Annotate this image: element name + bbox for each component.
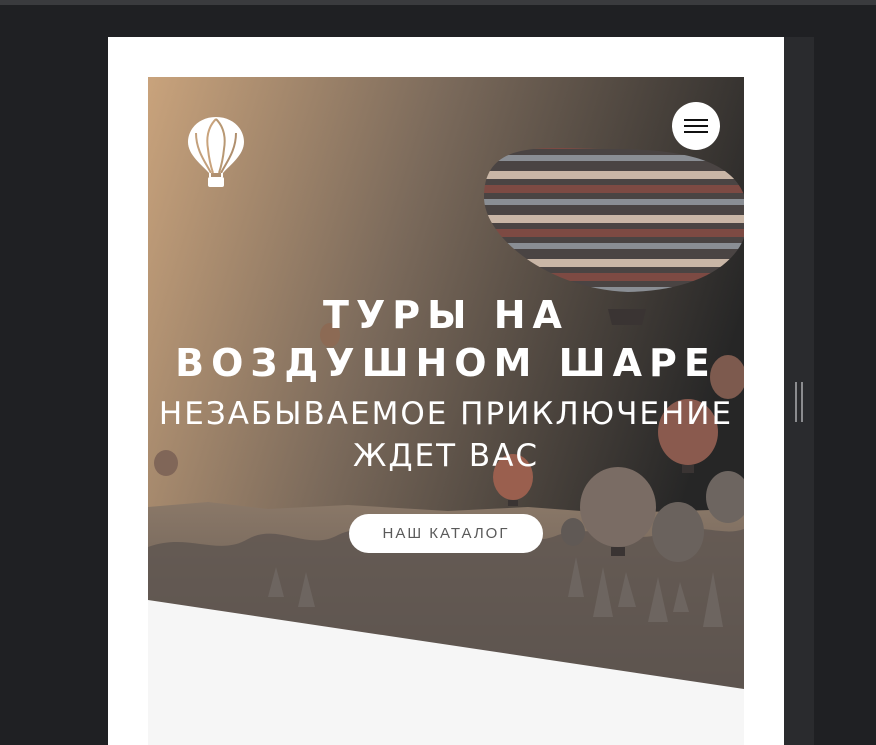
hero-section: ТУРЫ НА ВОЗДУШНОМ ШАРЕ НЕЗАБЫВАЕМОЕ ПРИК…	[148, 77, 744, 745]
top-border	[0, 0, 876, 5]
balloon-logo-icon[interactable]	[184, 115, 248, 189]
hero-subtitle: НЕЗАБЫВАЕМОЕ ПРИКЛЮЧЕНИЕ ЖДЕТ ВАС	[158, 396, 734, 474]
page-preview: ТУРЫ НА ВОЗДУШНОМ ШАРЕ НЕЗАБЫВАЕМОЕ ПРИК…	[108, 37, 784, 745]
hamburger-menu-icon	[684, 119, 708, 121]
resize-handle[interactable]	[795, 382, 805, 422]
hamburger-menu-button[interactable]	[672, 102, 720, 150]
hero-title: ТУРЫ НА ВОЗДУШНОМ ШАРЕ	[175, 293, 717, 385]
catalog-button[interactable]: НАШ КАТАЛОГ	[349, 514, 543, 553]
